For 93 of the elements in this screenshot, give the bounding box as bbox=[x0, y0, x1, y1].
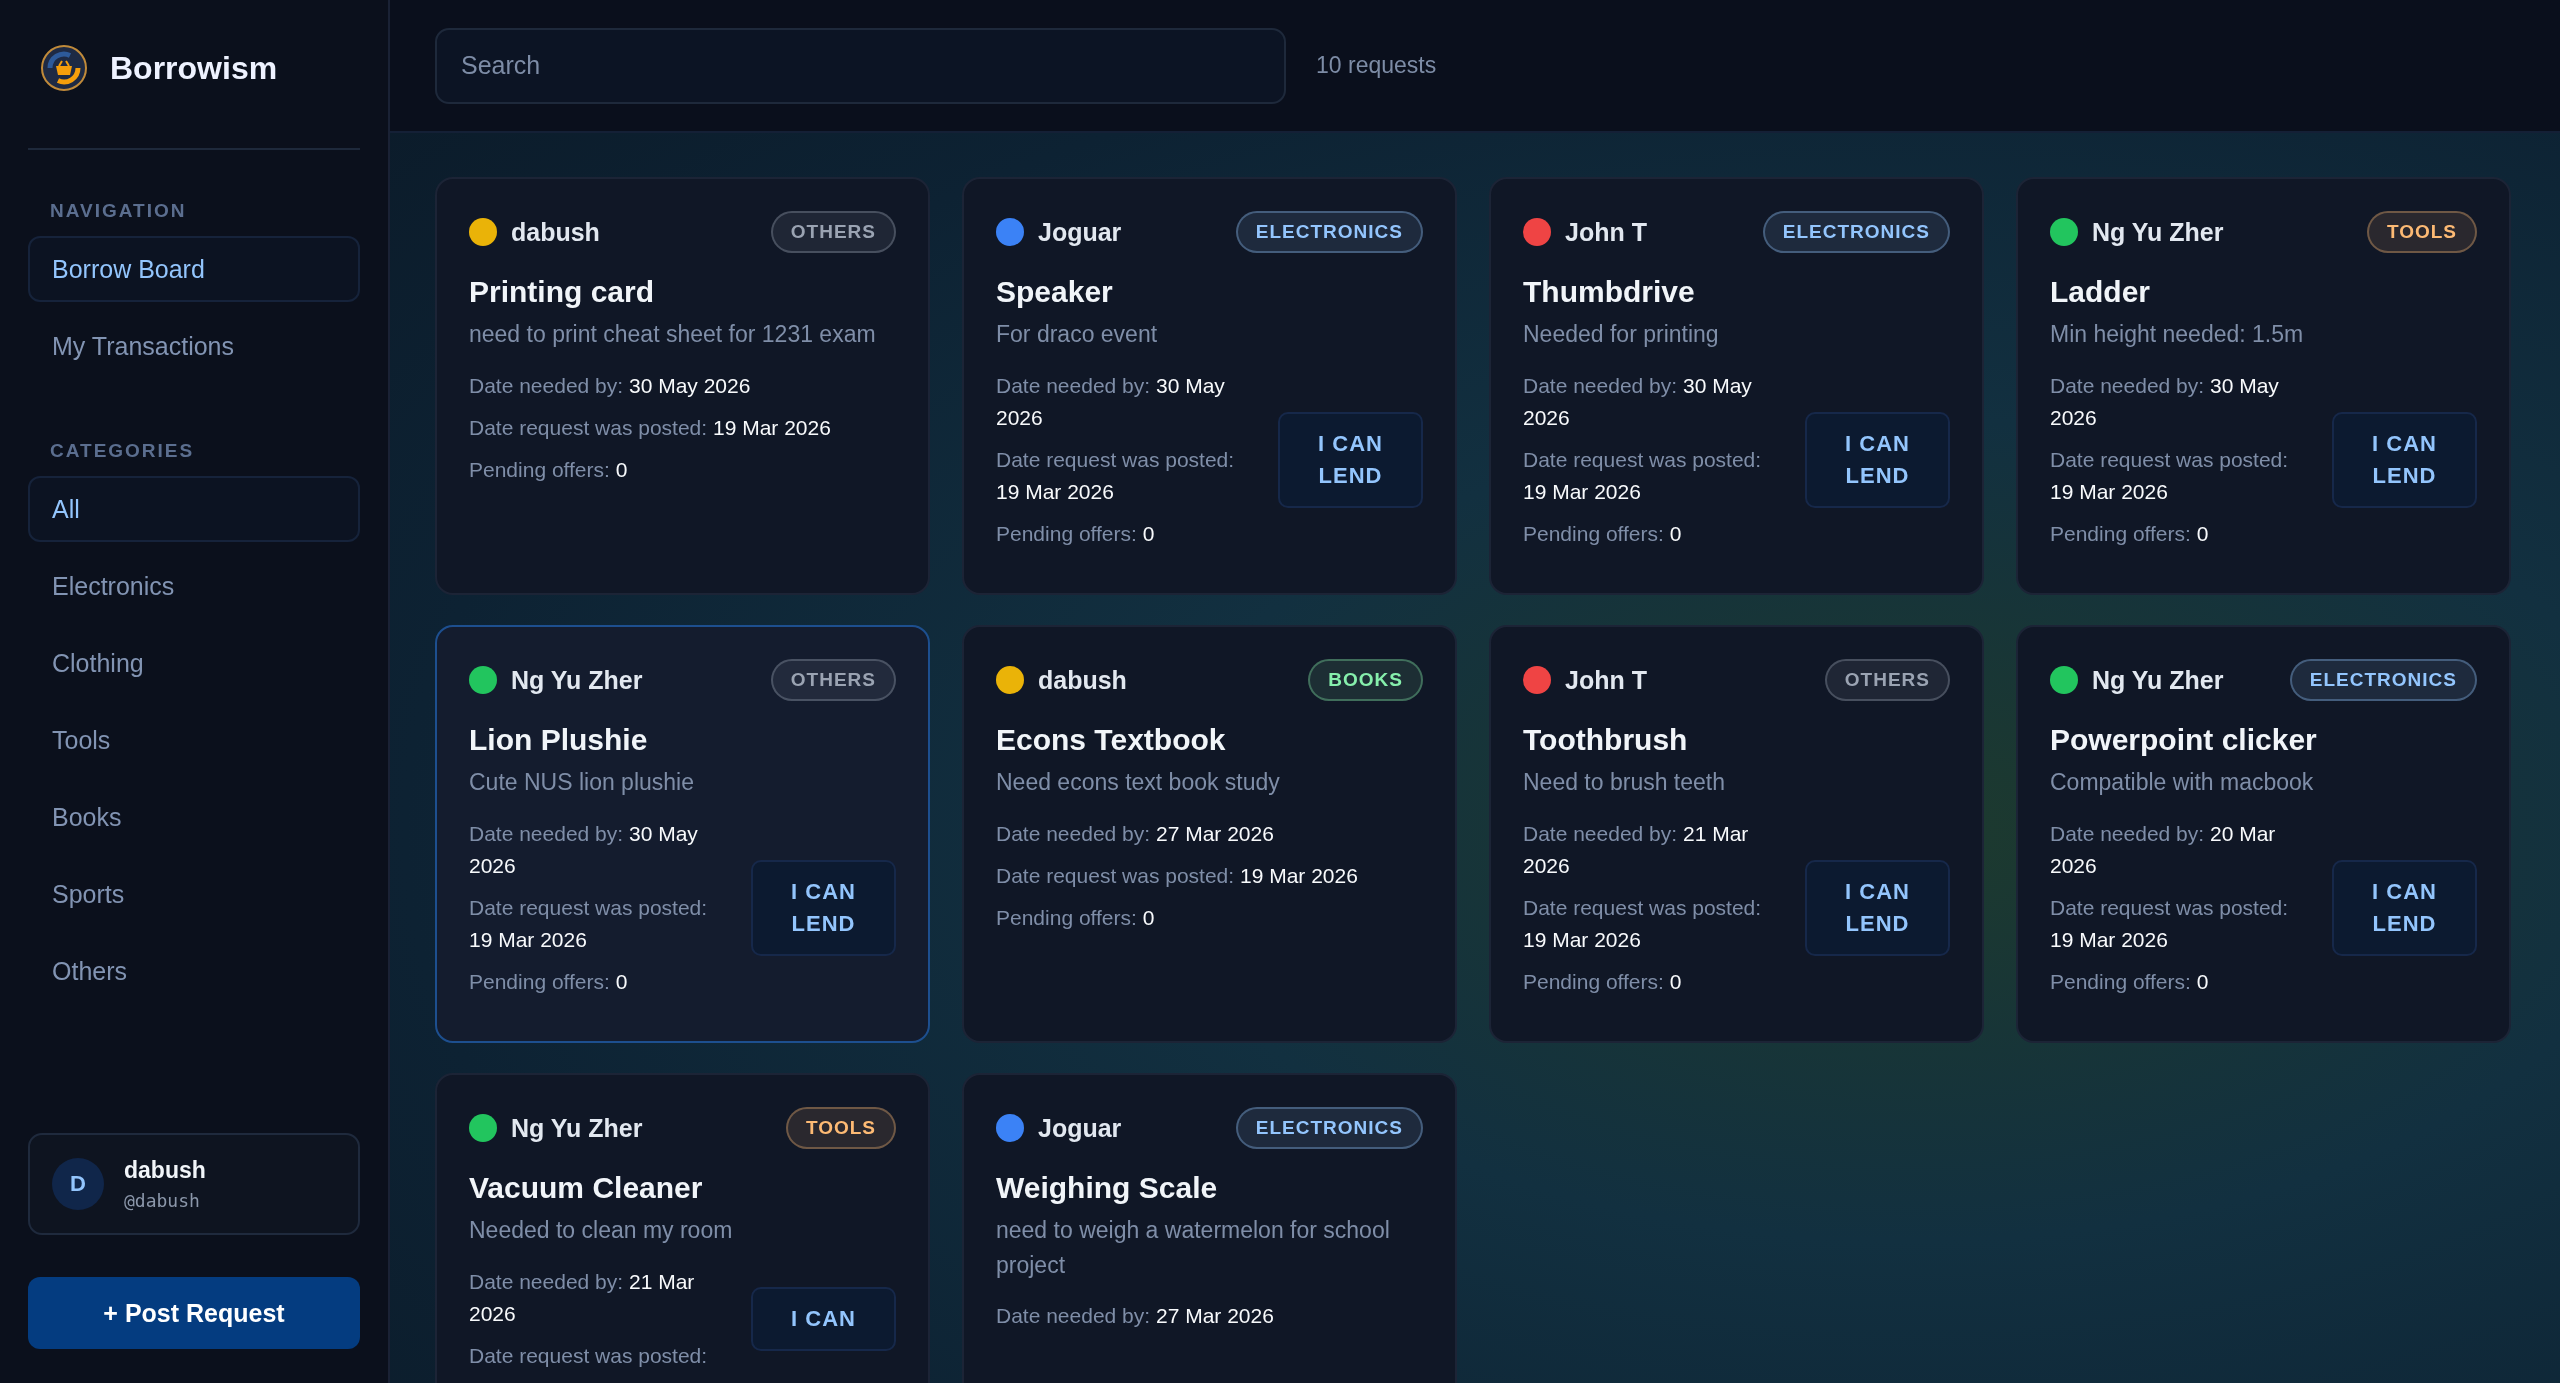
request-detail: Date needed by: 30 May 2026 bbox=[2050, 372, 2280, 431]
app-name: Borrowism bbox=[110, 49, 278, 87]
sidebar-item[interactable]: Clothing bbox=[28, 630, 360, 696]
request-description: Needed for printing bbox=[1523, 320, 1720, 349]
requester-name: John T bbox=[1565, 217, 1648, 247]
request-detail: Pending offers: 0 bbox=[996, 520, 1156, 547]
lend-button[interactable]: I CAN bbox=[751, 1286, 896, 1351]
section-heading: CATEGORIES bbox=[49, 440, 196, 462]
request-description: need to print cheat sheet for 1231 exam bbox=[469, 320, 877, 349]
requester-name: Ng Yu Zher bbox=[2092, 665, 2225, 695]
request-description: Need econs text book study bbox=[996, 768, 1281, 797]
request-title: Econs Textbook bbox=[996, 723, 1227, 757]
request-detail: Date request was posted: 19 Mar 2026 bbox=[469, 414, 832, 441]
sidebar-item[interactable]: Others bbox=[28, 938, 360, 1004]
request-description: For draco event bbox=[996, 320, 1159, 349]
sidebar-item[interactable]: Books bbox=[28, 784, 360, 850]
category-tag: ELECTRONICS bbox=[1235, 211, 1423, 253]
logo-icon bbox=[40, 44, 88, 92]
request-detail: Pending offers: 0 bbox=[469, 968, 629, 995]
request-detail: Date needed by: 27 Mar 2026 bbox=[996, 1303, 1275, 1329]
request-detail: Pending offers: 0 bbox=[1523, 968, 1683, 995]
lend-button[interactable]: I CAN LEND bbox=[2332, 411, 2477, 508]
request-description: Cute NUS lion plushie bbox=[469, 768, 695, 797]
request-detail: Date needed by: 30 May 2026 bbox=[996, 372, 1226, 431]
request-detail: Date needed by: 21 Mar 2026 bbox=[469, 1268, 696, 1327]
request-title: Weighing Scale bbox=[996, 1171, 1219, 1205]
user-handle: @dabush bbox=[124, 1190, 201, 1211]
requester-name: Ng Yu Zher bbox=[511, 665, 644, 695]
sidebar-item[interactable]: Borrow Board bbox=[28, 236, 360, 302]
sidebar-item[interactable]: Tools bbox=[28, 707, 360, 773]
category-tag: TOOLS bbox=[2366, 211, 2477, 253]
lend-button[interactable]: I CAN LEND bbox=[1805, 859, 1950, 956]
requester-name: Ng Yu Zher bbox=[2092, 217, 2225, 247]
request-detail: Date needed by: 30 May 2026 bbox=[1523, 372, 1753, 431]
category-tag: OTHERS bbox=[770, 211, 896, 253]
request-detail: Date request was posted: 19 Mar 2026 bbox=[1523, 894, 1763, 953]
request-detail: Date needed by: 30 May 2026 bbox=[469, 820, 699, 879]
request-detail: Date request was posted: bbox=[469, 1342, 709, 1369]
user-name: dabush bbox=[124, 1157, 206, 1184]
category-tag: BOOKS bbox=[1308, 659, 1423, 701]
request-description: need to weigh a watermelon for school project bbox=[996, 1216, 1391, 1280]
category-tag: OTHERS bbox=[1824, 659, 1950, 701]
request-detail: Date request was posted: 19 Mar 2026 bbox=[996, 862, 1359, 889]
requester-name: Ng Yu Zher bbox=[511, 1113, 644, 1143]
lend-button[interactable]: I CAN LEND bbox=[1805, 411, 1950, 508]
category-tag: ELECTRONICS bbox=[1762, 211, 1950, 253]
request-description: Need to brush teeth bbox=[1523, 768, 1727, 797]
request-detail: Date request was posted: 19 Mar 2026 bbox=[1523, 446, 1763, 505]
request-detail: Pending offers: 0 bbox=[996, 904, 1156, 931]
request-detail: Date needed by: 27 Mar 2026 bbox=[996, 820, 1275, 847]
request-title: Vacuum Cleaner bbox=[469, 1171, 704, 1205]
request-title: Printing card bbox=[469, 275, 656, 309]
request-detail: Date request was posted: 19 Mar 2026 bbox=[2050, 894, 2290, 953]
request-detail: Pending offers: 0 bbox=[1523, 520, 1683, 547]
category-tag: OTHERS bbox=[770, 659, 896, 701]
request-detail: Date needed by: 21 Mar 2026 bbox=[1523, 820, 1750, 879]
requester-name: Joguar bbox=[1038, 1113, 1123, 1143]
request-description: Min height needed: 1.5m bbox=[2050, 320, 2305, 349]
request-description: Compatible with macbook bbox=[2050, 768, 2315, 797]
request-title: Speaker bbox=[996, 275, 1114, 309]
search-field[interactable]: Search bbox=[435, 27, 1286, 104]
request-detail: Date request was posted: 19 Mar 2026 bbox=[469, 894, 709, 953]
sidebar-item[interactable]: Sports bbox=[28, 861, 360, 927]
request-detail: Date needed by: 20 Mar 2026 bbox=[2050, 820, 2277, 879]
request-detail: Date request was posted: 19 Mar 2026 bbox=[2050, 446, 2290, 505]
category-tag: TOOLS bbox=[785, 1107, 896, 1149]
requester-name: John T bbox=[1565, 665, 1648, 695]
request-title: Ladder bbox=[2050, 275, 2152, 309]
requester-name: dabush bbox=[1038, 665, 1128, 695]
category-tag: ELECTRONICS bbox=[2289, 659, 2477, 701]
section-heading: NAVIGATION bbox=[49, 200, 188, 222]
lend-button[interactable]: I CAN LEND bbox=[2332, 859, 2477, 956]
request-detail: Pending offers: 0 bbox=[469, 456, 629, 483]
request-detail: Pending offers: 0 bbox=[2050, 968, 2210, 995]
sidebar-item[interactable]: Electronics bbox=[28, 553, 360, 619]
request-count: 10 requests bbox=[1316, 52, 1437, 79]
sidebar-item[interactable]: All bbox=[28, 476, 360, 542]
request-detail: Pending offers: 0 bbox=[2050, 520, 2210, 547]
request-title: Powerpoint clicker bbox=[2050, 723, 2318, 757]
request-description: Needed to clean my room bbox=[469, 1216, 734, 1245]
post-request-button[interactable]: + Post Request bbox=[28, 1277, 360, 1349]
category-tag: ELECTRONICS bbox=[1235, 1107, 1423, 1149]
requester-name: dabush bbox=[511, 217, 601, 247]
avatar: D bbox=[52, 1158, 104, 1210]
request-title: Thumbdrive bbox=[1523, 275, 1696, 309]
request-title: Toothbrush bbox=[1523, 723, 1689, 757]
request-detail: Date request was posted: 19 Mar 2026 bbox=[996, 446, 1236, 505]
lend-button[interactable]: I CAN LEND bbox=[751, 859, 896, 956]
request-title: Lion Plushie bbox=[469, 723, 649, 757]
request-detail: Date needed by: 30 May 2026 bbox=[469, 372, 752, 399]
requester-name: Joguar bbox=[1038, 217, 1123, 247]
lend-button[interactable]: I CAN LEND bbox=[1278, 411, 1423, 508]
sidebar-item[interactable]: My Transactions bbox=[28, 313, 360, 379]
